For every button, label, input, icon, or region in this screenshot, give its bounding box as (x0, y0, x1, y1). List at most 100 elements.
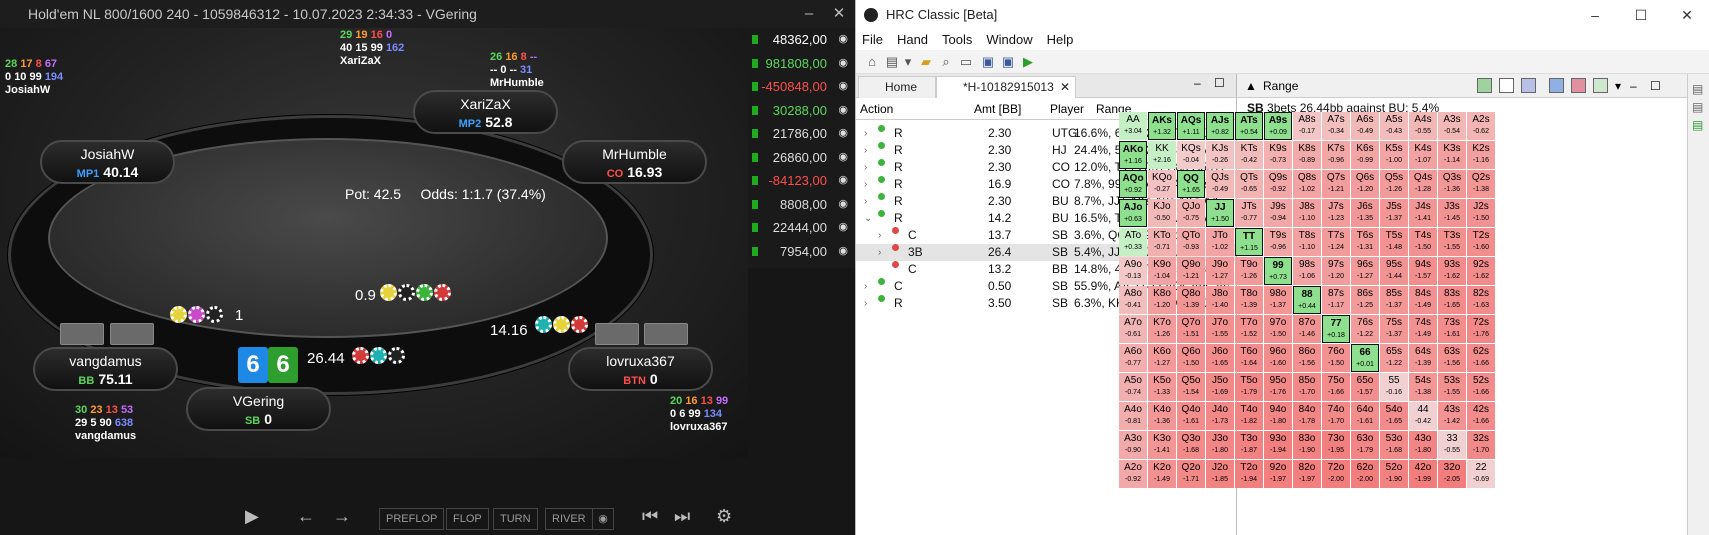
dropdown-arrow-icon[interactable]: ▾ (1615, 74, 1621, 98)
range-cell[interactable]: K7o -1.26 (1148, 315, 1176, 343)
range-cell[interactable]: Q2o -1.71 (1177, 460, 1205, 488)
step-forward-icon[interactable]: → (333, 506, 351, 527)
range-cell[interactable]: K8s -0.89 (1293, 141, 1321, 169)
range-cell[interactable]: J2s -1.50 (1467, 199, 1495, 227)
hud-lovruxa367[interactable]: 20 16 13 99 0 6 99 134 lovruxa367 (670, 395, 728, 434)
column-action[interactable]: Action (860, 98, 893, 120)
range-cell[interactable]: QTs -0.65 (1235, 170, 1263, 198)
range-cell[interactable]: KK +2.16 (1148, 141, 1176, 169)
range-cell[interactable]: A4s -0.55 (1409, 112, 1437, 140)
hud-josiahw[interactable]: 28 17 8 67 0 10 99 194 JosiahW (5, 58, 63, 97)
panel-icon[interactable]: ▤ (1692, 118, 1703, 132)
hud-xarizax[interactable]: 29 19 16 0 40 15 99 162 XariZaX (340, 29, 404, 68)
range-cell[interactable]: 97s -1.20 (1322, 257, 1350, 285)
expand-arrow-icon[interactable]: ⌄ (864, 210, 872, 227)
range-cell[interactable]: A4o -0.81 (1119, 402, 1147, 430)
expand-arrow-icon[interactable]: › (878, 227, 881, 244)
range-cell[interactable]: T9s -0.96 (1264, 228, 1292, 256)
save-as-icon[interactable]: ▣ (1000, 54, 1016, 70)
expand-arrow-icon[interactable]: › (864, 278, 867, 295)
range-cell[interactable]: 84s -1.49 (1409, 286, 1437, 314)
range-cell[interactable]: K3s -1.14 (1438, 141, 1466, 169)
range-cell[interactable]: K7s -0.96 (1322, 141, 1350, 169)
range-cell[interactable]: 63s -1.56 (1438, 344, 1466, 372)
expand-arrow-icon[interactable]: › (864, 142, 867, 159)
seat-josiahw[interactable]: JosiahW MP1 40.14 (40, 140, 175, 184)
range-cell[interactable]: 64s -1.39 (1409, 344, 1437, 372)
range-cell[interactable]: J8s -1.10 (1293, 199, 1321, 227)
range-cell[interactable]: 94s -1.57 (1409, 257, 1437, 285)
step-back-icon[interactable]: ← (297, 506, 315, 527)
eye-icon[interactable]: ◉ (838, 216, 848, 240)
range-cell[interactable]: QJs -0.49 (1206, 170, 1234, 198)
range-cell[interactable]: 97o -1.50 (1264, 315, 1292, 343)
search-icon[interactable]: ⌕ (938, 54, 954, 70)
view-mode-icon[interactable] (1499, 78, 1514, 93)
range-cell[interactable]: K8o -1.20 (1148, 286, 1176, 314)
menu-hand[interactable]: Hand (891, 30, 936, 50)
menu-file[interactable]: File (856, 30, 891, 50)
range-cell[interactable]: 43s -1.42 (1438, 402, 1466, 430)
range-cell[interactable]: T6o -1.64 (1235, 344, 1263, 372)
range-cell[interactable]: K5o -1.33 (1148, 373, 1176, 401)
range-cell[interactable]: K9o -1.04 (1148, 257, 1176, 285)
range-cell[interactable]: Q4s -1.28 (1409, 170, 1437, 198)
range-cell[interactable]: A8o -0.41 (1119, 286, 1147, 314)
range-cell[interactable]: 96s -1.27 (1351, 257, 1379, 285)
range-cell[interactable]: 92s -1.62 (1467, 257, 1495, 285)
document-icon[interactable]: ▭ (958, 54, 974, 70)
eye-icon[interactable]: ◉ (838, 52, 848, 76)
seat-vangdamus[interactable]: vangdamus BB 75.11 (33, 347, 178, 391)
range-cell[interactable]: J5o -1.69 (1206, 373, 1234, 401)
range-cell[interactable]: A6o -0.77 (1119, 344, 1147, 372)
range-cell[interactable]: 65o -1.57 (1351, 373, 1379, 401)
range-cell[interactable]: 32o -2.05 (1438, 460, 1466, 488)
range-cell[interactable]: T4s -1.50 (1409, 228, 1437, 256)
range-cell[interactable]: KTs -0.42 (1235, 141, 1263, 169)
session-result-row[interactable]: -450848,00 ◉ (748, 75, 855, 99)
menu-tools[interactable]: Tools (936, 30, 980, 50)
range-cell[interactable]: 98s -1.06 (1293, 257, 1321, 285)
minimize-icon[interactable]: – (1572, 0, 1618, 30)
session-result-row[interactable]: 48362,00 ◉ (748, 28, 855, 52)
range-cell[interactable]: A6s -0.49 (1351, 112, 1379, 140)
range-cell[interactable]: 87s -1.17 (1322, 286, 1350, 314)
range-cell[interactable]: A5s -0.43 (1380, 112, 1408, 140)
tab-home[interactable]: Home (858, 76, 936, 98)
range-cell[interactable]: Q8s -1.02 (1293, 170, 1321, 198)
range-cell[interactable]: 75s -1.37 (1380, 315, 1408, 343)
range-cell[interactable]: A9s +0.09 (1264, 112, 1292, 140)
session-result-row[interactable]: 8808,00 ◉ (748, 193, 855, 217)
range-cell[interactable]: 33 -0.55 (1438, 431, 1466, 459)
range-cell[interactable]: Q6o -1.50 (1177, 344, 1205, 372)
maximize-pane-icon[interactable]: ☐ (1650, 74, 1661, 98)
save-icon[interactable]: ▣ (980, 54, 996, 70)
range-cell[interactable]: QTo -0.93 (1177, 228, 1205, 256)
range-cell[interactable]: 84o -1.78 (1293, 402, 1321, 430)
preflop-button[interactable]: PREFLOP (379, 508, 445, 530)
range-cell[interactable]: 54o -1.65 (1380, 402, 1408, 430)
range-cell[interactable]: K6o -1.27 (1148, 344, 1176, 372)
expand-arrow-icon[interactable]: › (864, 176, 867, 193)
expand-arrow-icon[interactable]: › (864, 295, 867, 312)
session-result-row[interactable]: 26860,00 ◉ (748, 146, 855, 170)
eye-icon[interactable]: ◉ (838, 169, 848, 193)
seat-vgering[interactable]: VGering SB 0 (186, 387, 331, 431)
range-cell[interactable]: ATs +0.54 (1235, 112, 1263, 140)
range-cell[interactable]: T3o -1.87 (1235, 431, 1263, 459)
range-cell[interactable]: 54s -1.38 (1409, 373, 1437, 401)
range-cell[interactable]: 76o -1.50 (1322, 344, 1350, 372)
range-cell[interactable]: 74s -1.49 (1409, 315, 1437, 343)
range-cell[interactable]: JJ +1.50 (1206, 199, 1234, 227)
minimize-pane-icon[interactable]: – (1194, 76, 1201, 90)
range-cell[interactable]: 73s -1.61 (1438, 315, 1466, 343)
eye-icon[interactable]: ◉ (838, 28, 848, 52)
column-amt[interactable]: Amt [BB] (974, 98, 1021, 120)
first-hand-icon[interactable]: ⏮ (642, 506, 658, 527)
hud-mrhumble[interactable]: 26 16 8 -- -- 0 -- 31 MrHumble (490, 51, 544, 90)
settings-gear-icon[interactable]: ⚙ (716, 506, 732, 527)
range-cell[interactable]: T5o -1.79 (1235, 373, 1263, 401)
range-cell[interactable]: T2s -1.60 (1467, 228, 1495, 256)
range-cell[interactable]: 22 -0.69 (1467, 460, 1495, 488)
seat-mrhumble[interactable]: MrHumble CO 16.93 (562, 140, 707, 184)
